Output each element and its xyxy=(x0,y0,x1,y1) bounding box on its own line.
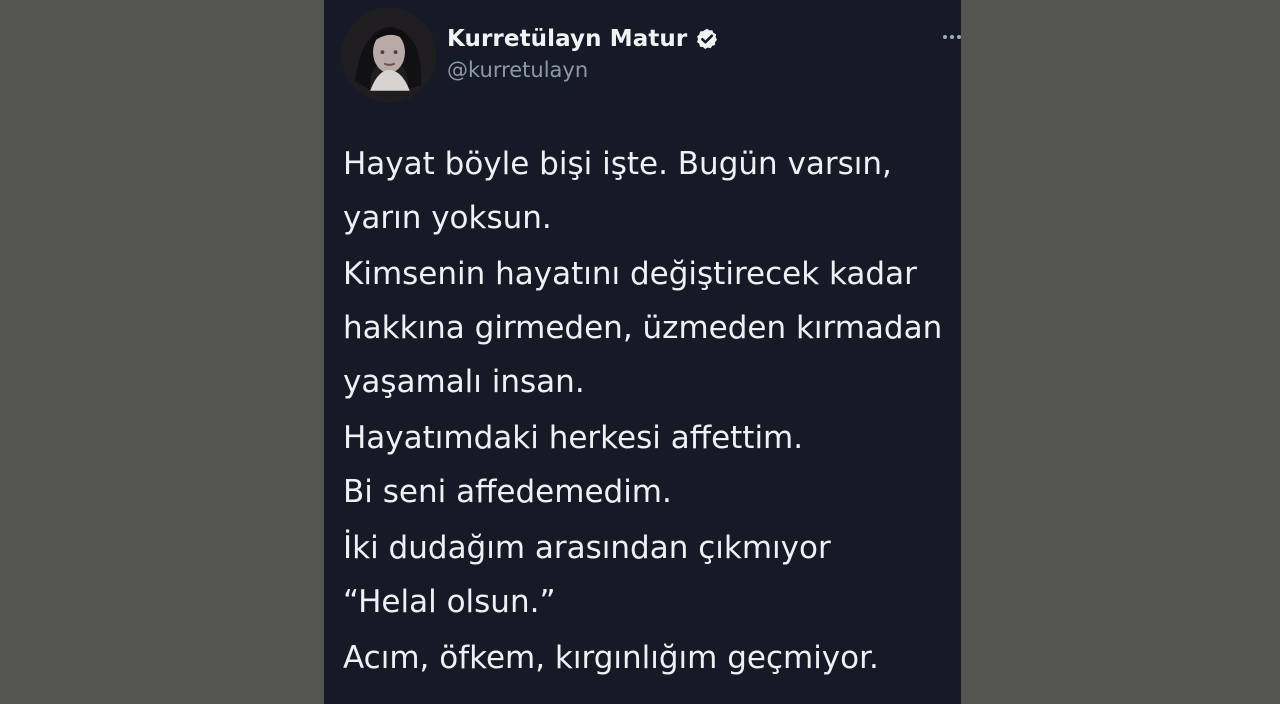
more-dot xyxy=(950,35,954,39)
right-background-margin xyxy=(961,0,1280,704)
tweet-paragraph: İki dudağım arasından çıkmıyor “Helal ol… xyxy=(343,521,983,629)
tweet-line: yaşamalı insan. xyxy=(343,364,585,400)
tweet-paragraph: Hayat böyle bişi işte. Bugün varsın, yar… xyxy=(343,137,983,245)
tweet-line: Hayatımdaki herkesi affettim. xyxy=(343,420,804,456)
tweet-paragraph: Acım, öfkem, kırgınlığım geçmiyor. xyxy=(343,631,983,685)
tweet-line: Kimsenin hayatını değiştirecek kadar xyxy=(343,256,917,292)
left-background-margin xyxy=(0,0,324,704)
tweet-line: Acım, öfkem, kırgınlığım geçmiyor. xyxy=(343,640,879,676)
display-name[interactable]: Kurretülayn Matur xyxy=(447,26,687,52)
tweet-line: hakkına girmeden, üzmeden kırmadan xyxy=(343,310,943,346)
more-dot xyxy=(943,35,947,39)
avatar-photo-icon[interactable] xyxy=(342,8,436,102)
tweet-paragraph: Kimsenin hayatını değiştirecek kadar hak… xyxy=(343,247,983,409)
tweet-line: İki dudağım arasından çıkmıyor xyxy=(343,530,831,566)
tweet-line: Bi seni affedemedim. xyxy=(343,474,672,510)
more-options-icon[interactable] xyxy=(943,28,961,46)
more-dot xyxy=(957,35,961,39)
tweet-line: Hayat böyle bişi işte. Bugün varsın, xyxy=(343,146,892,182)
tweet-line: yarın yoksun. xyxy=(343,200,552,236)
tweet-text: Hayat böyle bişi işte. Bugün varsın, yar… xyxy=(343,137,983,685)
tweet-line: “Helal olsun.” xyxy=(343,584,556,620)
verified-badge-icon xyxy=(697,28,718,49)
tweet-paragraph: Hayatımdaki herkesi affettim. Bi seni af… xyxy=(343,411,983,519)
profile-name-row[interactable]: Kurretülayn Matur xyxy=(447,22,719,56)
profile-handle[interactable]: @kurretulayn xyxy=(447,58,588,82)
